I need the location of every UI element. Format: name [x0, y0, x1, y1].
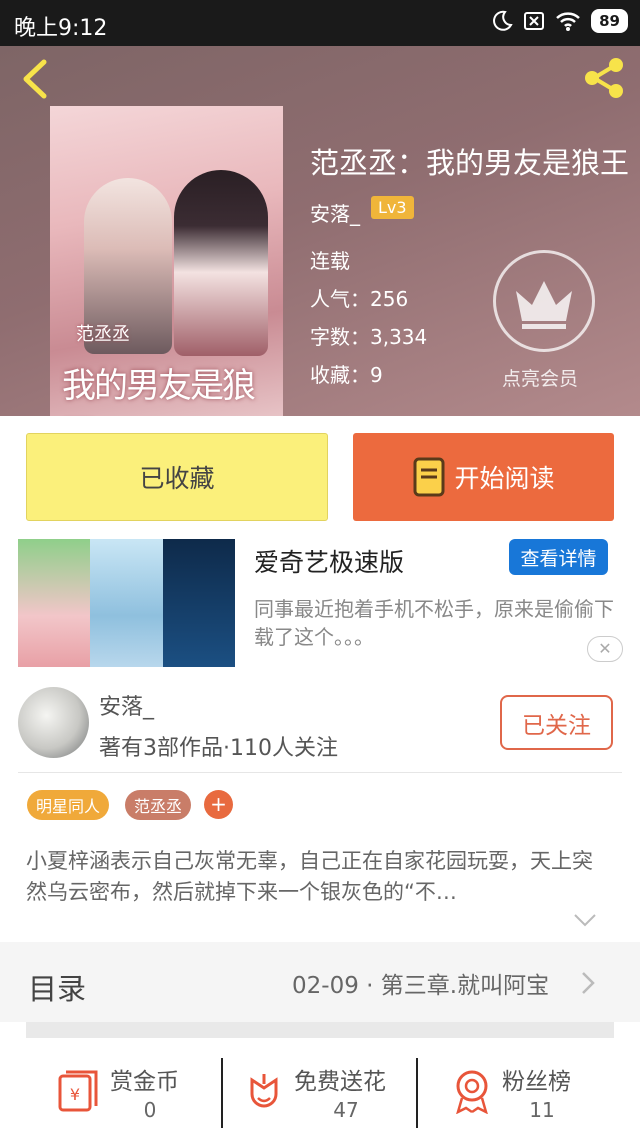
sim-off-icon [524, 12, 545, 30]
cover-subtitle: 范丞丞 [76, 324, 130, 345]
book-author[interactable]: 安落_ [310, 198, 360, 227]
status-icons: 89 [491, 9, 628, 33]
add-tag-button[interactable]: + [204, 790, 233, 819]
toc-latest-chapter[interactable]: 02-09 · 第三章.就叫阿宝 [292, 966, 549, 1000]
send-flower-label: 免费送花 [294, 1069, 386, 1095]
book-icon [413, 457, 445, 497]
avatar[interactable] [18, 687, 89, 758]
book-words: 字数：3,334 [310, 325, 428, 349]
svg-text:¥: ¥ [70, 1085, 80, 1104]
send-flower-count: 47 [333, 1098, 359, 1122]
ad-close-icon[interactable]: ✕ [587, 636, 623, 662]
send-flower-button[interactable]: 免费送花 47 [244, 1058, 404, 1128]
vip-label[interactable]: 点亮会员 [502, 364, 578, 391]
reward-coins-button[interactable]: ¥ 赏金币 0 [56, 1058, 206, 1128]
start-reading-label: 开始阅读 [454, 464, 555, 493]
tag-character[interactable]: 范丞丞 [125, 790, 192, 820]
share-icon[interactable] [582, 56, 626, 100]
status-bar: 晚上9:12 89 [0, 0, 640, 46]
crown-icon [516, 281, 572, 329]
follow-button[interactable]: 已关注 [500, 695, 613, 750]
author-name[interactable]: 安落_ [99, 689, 154, 721]
divider [18, 772, 622, 773]
moon-icon [493, 10, 513, 31]
ad-details-button[interactable]: 查看详情 [509, 539, 608, 575]
book-favorites: 收藏：9 [310, 363, 383, 387]
author-stats: 著有3部作品·110人关注 [99, 736, 338, 761]
divider [416, 1058, 418, 1128]
fan-ranking-label: 粉丝榜 [502, 1069, 571, 1095]
book-popularity: 人气：256 [310, 287, 409, 311]
cover-title: 我的男友是狼王 [62, 366, 256, 416]
fan-ranking-button[interactable]: 粉丝榜 11 [452, 1058, 592, 1128]
collected-button[interactable]: 已收藏 [26, 433, 328, 521]
medal-icon [456, 1070, 488, 1114]
cover-figure-right [174, 170, 268, 356]
ad-description[interactable]: 同事最近抱着手机不松手，原来是偷偷下载了这个。。。 [254, 595, 624, 651]
battery-icon: 89 [591, 9, 628, 33]
divider [221, 1058, 223, 1128]
tag-genre[interactable]: 明星同人 [27, 790, 110, 820]
reward-coins-count: 0 [143, 1098, 157, 1122]
status-time: 晚上9:12 [14, 16, 108, 41]
chevron-right-icon [582, 972, 595, 994]
chevron-down-icon[interactable] [572, 910, 598, 930]
ad-title[interactable]: 爱奇艺极速版 [254, 543, 404, 579]
book-cover[interactable]: 范丞丞 我的男友是狼王 [50, 106, 283, 416]
book-state: 连载 [310, 249, 350, 273]
reward-coins-label: 赏金币 [110, 1069, 179, 1095]
fan-ranking-count: 11 [529, 1098, 555, 1122]
red-packet-icon: ¥ [58, 1070, 98, 1112]
ad-image[interactable] [18, 539, 235, 667]
book-description[interactable]: 小夏梓涵表示自己灰常无辜，自己正在自家花园玩耍，天上突然乌云密布，然后就掉下来一… [26, 846, 606, 908]
section-separator [26, 1022, 614, 1038]
book-title: 范丞丞：我的男友是狼王 [310, 146, 630, 180]
start-reading-button[interactable]: 开始阅读 [353, 433, 614, 521]
flower-icon [250, 1074, 278, 1108]
wifi-icon [556, 12, 580, 31]
vip-button[interactable] [493, 250, 595, 352]
toc-label: 目录 [28, 972, 87, 1006]
level-badge: Lv3 [371, 196, 414, 219]
back-icon[interactable] [18, 58, 52, 100]
